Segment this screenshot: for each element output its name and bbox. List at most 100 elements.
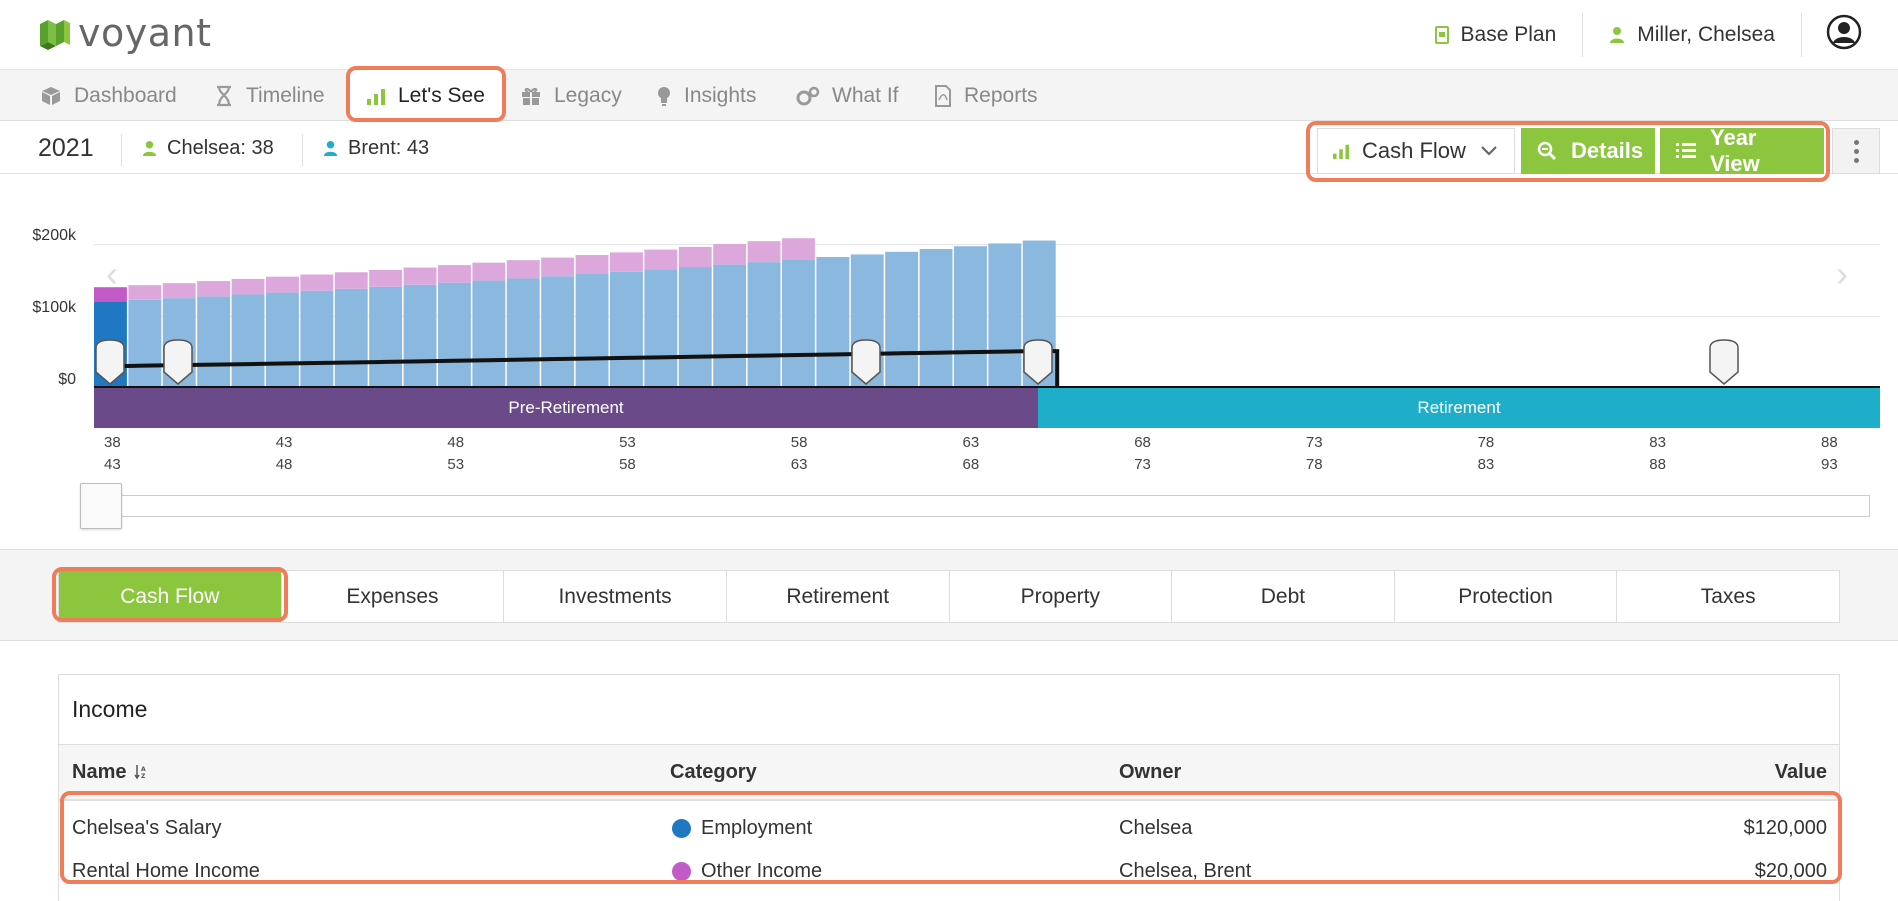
bar-employment[interactable]	[954, 246, 987, 388]
details-button[interactable]: Details	[1521, 128, 1655, 174]
tab-cash-flow[interactable]: Cash Flow	[59, 571, 282, 622]
category-label: Employment	[701, 817, 813, 839]
column-header-owner[interactable]: Owner	[1119, 745, 1181, 799]
nav-reports[interactable]: Reports	[934, 70, 1038, 121]
bar-employment[interactable]	[575, 274, 609, 388]
column-label: Name	[72, 760, 127, 783]
column-header-category[interactable]: Category	[670, 745, 757, 799]
column-header-name[interactable]: Name AZ	[72, 745, 146, 799]
person2-label: Brent: 43	[348, 137, 430, 159]
tab-debt[interactable]: Debt	[1172, 571, 1395, 622]
tab-protection[interactable]: Protection	[1395, 571, 1618, 622]
chevron-down-icon	[1480, 145, 1498, 157]
bar-other-income[interactable]	[782, 238, 815, 260]
chart-plot-area	[94, 238, 1880, 388]
nav-lets-see[interactable]: Let's See	[350, 70, 502, 121]
tab-expenses[interactable]: Expenses	[282, 571, 505, 622]
cube-icon	[40, 85, 62, 107]
client-button[interactable]: Miller, Chelsea	[1583, 13, 1802, 57]
bar-employment[interactable]	[438, 282, 471, 388]
gears-icon	[796, 86, 820, 106]
nav-legacy[interactable]: Legacy	[520, 70, 622, 121]
voyant-logo[interactable]: voyant	[36, 14, 212, 52]
bar-other-income[interactable]	[403, 267, 437, 285]
bar-other-income[interactable]	[438, 265, 471, 283]
chart-view-select[interactable]: Cash Flow	[1317, 128, 1515, 174]
base-plan-button[interactable]: Base Plan	[1409, 13, 1584, 57]
timeline-scroll-handle[interactable]	[80, 483, 122, 529]
bar-employment[interactable]	[747, 262, 781, 388]
bar-employment[interactable]	[300, 290, 334, 388]
category-dot-icon	[672, 862, 691, 881]
bar-employment[interactable]	[610, 271, 643, 388]
bar-employment[interactable]	[782, 259, 815, 388]
bar-other-income[interactable]	[231, 278, 265, 295]
bar-employment[interactable]	[128, 299, 162, 388]
bar-employment[interactable]	[885, 251, 919, 388]
age-label-person2: 78	[1305, 456, 1323, 473]
age-label-person2: 58	[619, 456, 636, 473]
bar-other-income[interactable]	[197, 281, 231, 297]
bar-other-income[interactable]	[369, 269, 403, 287]
milestone-marker[interactable]	[1709, 339, 1739, 385]
bar-employment[interactable]	[678, 267, 712, 388]
tab-property[interactable]: Property	[950, 571, 1173, 622]
age-label-person2: 73	[1134, 456, 1151, 473]
account-button[interactable]	[1802, 13, 1898, 57]
nav-label: Reports	[964, 83, 1038, 107]
bar-other-income[interactable]	[644, 249, 678, 270]
user-icon	[1609, 26, 1625, 44]
bar-other-income[interactable]	[575, 255, 609, 275]
tab-investments[interactable]: Investments	[504, 571, 727, 622]
bar-employment[interactable]	[713, 264, 747, 388]
age-label-person1: 38	[104, 434, 121, 451]
bar-employment[interactable]	[988, 243, 1022, 388]
income-owner: Chelsea, Brent	[1119, 860, 1252, 882]
nav-dashboard[interactable]: Dashboard	[40, 70, 177, 121]
bar-employment[interactable]	[816, 257, 850, 388]
income-panel: Income Name AZ Category Owner Value Chel…	[58, 674, 1840, 901]
bar-employment[interactable]	[403, 284, 437, 388]
chevron-right-icon[interactable]: ›	[1836, 253, 1848, 295]
tab-taxes[interactable]: Taxes	[1617, 571, 1839, 622]
bar-other-income[interactable]	[610, 252, 643, 272]
income-category: Employment	[672, 807, 812, 850]
nav-timeline[interactable]: Timeline	[214, 70, 325, 121]
year-view-button[interactable]: Year View	[1660, 125, 1824, 176]
chevron-left-icon[interactable]: ‹	[106, 253, 118, 295]
bar-other-income[interactable]	[472, 262, 506, 281]
nav-what-if[interactable]: What If	[796, 70, 899, 121]
bar-employment[interactable]	[506, 278, 540, 388]
bar-employment[interactable]	[919, 249, 953, 388]
bar-other-income[interactable]	[300, 274, 334, 291]
bar-other-income[interactable]	[506, 260, 540, 279]
bar-employment[interactable]	[197, 296, 231, 388]
bar-employment[interactable]	[541, 276, 575, 388]
bar-other-income[interactable]	[334, 272, 368, 289]
age-label-person1: 83	[1649, 434, 1666, 451]
bar-other-income[interactable]	[128, 285, 162, 300]
bar-other-income[interactable]	[713, 244, 747, 265]
tab-retirement[interactable]: Retirement	[727, 571, 950, 622]
lightbulb-icon	[656, 85, 672, 107]
plan-label: Base Plan	[1460, 23, 1557, 46]
nav-insights[interactable]: Insights	[656, 70, 756, 121]
bar-employment[interactable]	[472, 280, 506, 388]
bar-employment[interactable]	[369, 286, 403, 388]
bar-employment[interactable]	[266, 292, 299, 388]
bar-employment[interactable]	[644, 269, 678, 388]
nav-label: Legacy	[554, 83, 622, 107]
bar-other-income[interactable]	[747, 241, 781, 263]
column-header-value[interactable]: Value	[1775, 745, 1827, 799]
bar-other-income[interactable]	[678, 246, 712, 268]
bar-employment[interactable]	[231, 294, 265, 388]
table-row[interactable]: Chelsea's Salary Employment Chelsea $120…	[59, 807, 1839, 850]
timeline-scroll-track[interactable]	[80, 495, 1870, 517]
table-row[interactable]: Rental Home Income Other Income Chelsea,…	[59, 850, 1839, 893]
bar-other-income[interactable]	[266, 276, 299, 293]
bar-employment[interactable]	[334, 288, 368, 388]
age-label-person2: 93	[1821, 456, 1838, 473]
bar-other-income[interactable]	[541, 257, 575, 277]
more-options-button[interactable]	[1832, 128, 1880, 174]
bar-other-income[interactable]	[162, 283, 196, 299]
